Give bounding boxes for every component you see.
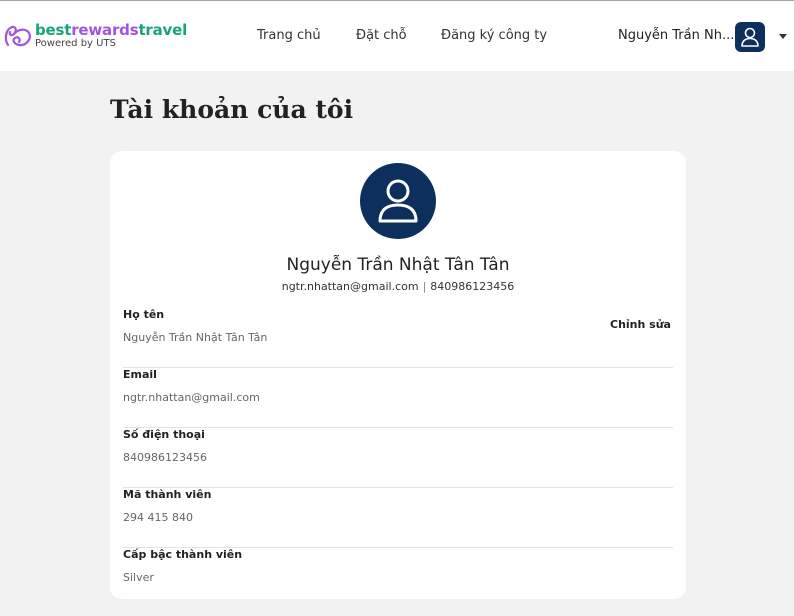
nav-company-register[interactable]: Đăng ký công ty — [441, 28, 547, 43]
nav-home[interactable]: Trang chủ — [257, 28, 321, 43]
powered-by: Powered by UTS — [35, 38, 116, 49]
brand-name: bestrewardstravel — [35, 21, 188, 39]
contact-separator: | — [422, 280, 427, 293]
profile-avatar — [360, 163, 436, 239]
field-label: Số điện thoại — [123, 428, 205, 441]
field-phone: Số điện thoại 840986123456 — [123, 428, 673, 488]
field-value: ngtr.nhattan@gmail.com — [123, 391, 260, 404]
user-icon — [741, 27, 759, 47]
profile-contact: ngtr.nhattan@gmail.com | 840986123456 — [110, 280, 686, 293]
account-card: Nguyễn Trần Nhật Tân Tân ngtr.nhattan@gm… — [110, 151, 686, 599]
field-label: Mã thành viên — [123, 488, 212, 501]
profile-phone: 840986123456 — [430, 280, 515, 293]
profile-email: ngtr.nhattan@gmail.com — [281, 280, 419, 293]
logo-mark-icon — [4, 25, 31, 47]
chevron-down-icon[interactable] — [779, 34, 787, 39]
user-avatar[interactable] — [735, 22, 765, 52]
field-value: 840986123456 — [123, 451, 207, 464]
field-value: Nguyễn Trần Nhật Tân Tân — [123, 331, 268, 344]
field-member-tier: Cấp bậc thành viên Silver — [123, 548, 673, 608]
field-value: Silver — [123, 571, 154, 584]
field-label: Email — [123, 368, 157, 381]
top-navbar: bestrewardstravel Powered by UTS Trang c… — [0, 1, 794, 71]
field-label: Họ tên — [123, 308, 165, 321]
field-value: 294 415 840 — [123, 511, 193, 524]
user-menu-name[interactable]: Nguyễn Trần Nh... — [618, 28, 734, 43]
user-icon — [378, 179, 418, 223]
nav-booking[interactable]: Đặt chỗ — [356, 28, 407, 43]
field-label: Cấp bậc thành viên — [123, 548, 243, 561]
field-full-name: Họ tên Nguyễn Trần Nhật Tân Tân — [123, 308, 673, 368]
profile-name: Nguyễn Trần Nhật Tân Tân — [286, 255, 510, 275]
page-title: Tài khoản của tôi — [110, 95, 354, 124]
field-email: Email ngtr.nhattan@gmail.com — [123, 368, 673, 428]
field-member-id: Mã thành viên 294 415 840 — [123, 488, 673, 548]
brand-logo[interactable]: bestrewardstravel Powered by UTS — [4, 21, 188, 53]
edit-button[interactable]: Chỉnh sửa — [610, 318, 671, 331]
